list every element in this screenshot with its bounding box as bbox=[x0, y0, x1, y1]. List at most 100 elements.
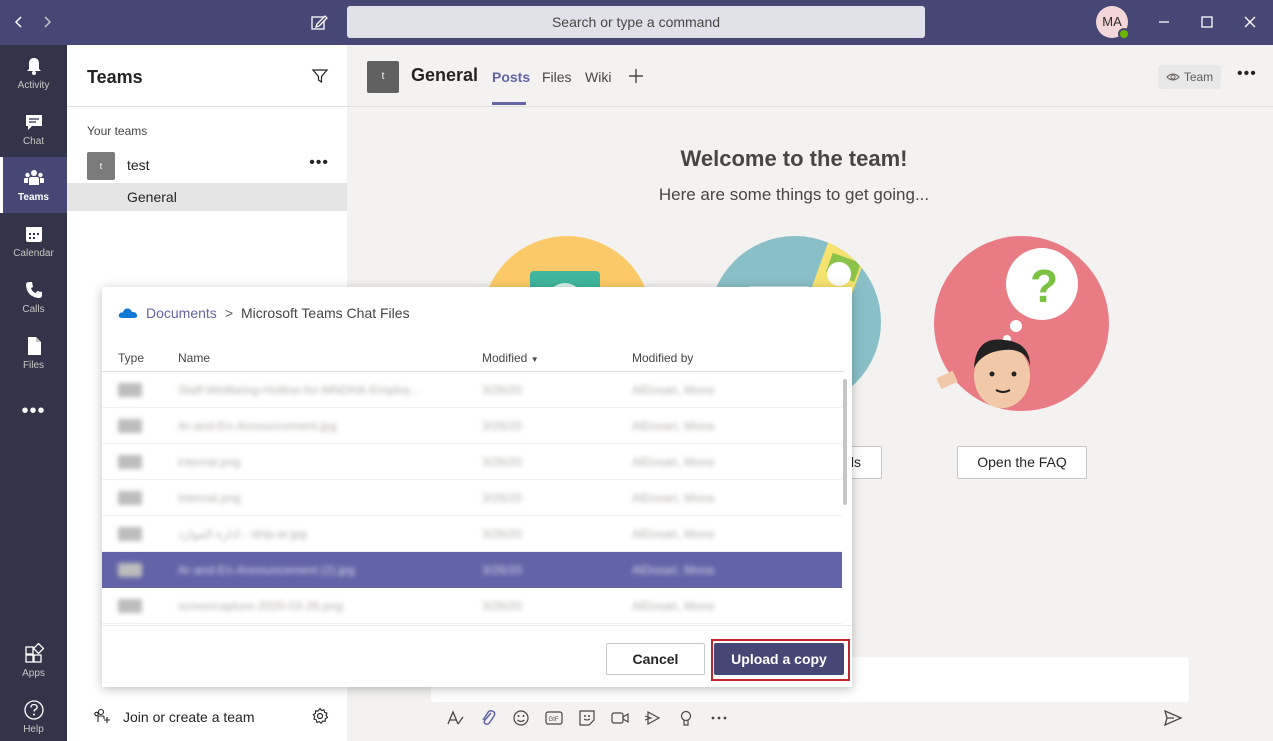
file-type-icon bbox=[118, 455, 142, 469]
file-list-scrollbar[interactable] bbox=[843, 379, 847, 505]
channel-more-options-icon[interactable]: ••• bbox=[1237, 65, 1257, 83]
file-modified: 3/26/20 bbox=[482, 599, 523, 613]
column-header-type[interactable]: Type bbox=[118, 351, 144, 365]
file-modified-by: AlDosari, Mona bbox=[632, 563, 715, 577]
emoji-icon[interactable] bbox=[511, 708, 531, 728]
channel-avatar: t bbox=[367, 61, 399, 93]
minimize-icon[interactable] bbox=[1155, 13, 1173, 31]
join-team-icon bbox=[94, 708, 110, 723]
sticker-icon[interactable] bbox=[577, 708, 597, 728]
avatar[interactable]: MA bbox=[1096, 6, 1130, 40]
page-title: Teams bbox=[87, 67, 143, 87]
rail-item-calendar[interactable]: Calendar bbox=[0, 213, 67, 269]
chat-icon bbox=[25, 115, 42, 130]
apps-icon bbox=[24, 643, 44, 663]
file-modified: 3/26/20 bbox=[482, 383, 523, 397]
cancel-button[interactable]: Cancel bbox=[606, 643, 705, 675]
onedrive-cloud-icon bbox=[118, 308, 138, 318]
file-modified: 3/26/20 bbox=[482, 491, 523, 505]
open-faq-button[interactable]: Open the FAQ bbox=[957, 446, 1087, 479]
praise-icon[interactable] bbox=[676, 708, 696, 728]
file-modified: 3/26/20 bbox=[482, 419, 523, 433]
file-list: Staff-Wellbeing-Hotline-for-MNDHA-Employ… bbox=[102, 371, 844, 625]
file-name: screencapture-2020-03-26.png bbox=[178, 599, 343, 613]
filter-icon[interactable] bbox=[311, 67, 329, 85]
column-header-modified-label: Modified bbox=[482, 351, 528, 365]
team-avatar: t bbox=[87, 152, 115, 180]
more-options-icon[interactable] bbox=[709, 708, 729, 728]
team-item-test[interactable]: t test ••• bbox=[67, 148, 347, 182]
file-row[interactable]: ادارة الموارد - strip-ar.jpg 3/26/20 AlD… bbox=[102, 516, 842, 552]
join-or-create-team[interactable]: Join or create a team bbox=[67, 699, 347, 735]
column-header-modified[interactable]: Modified ▼ bbox=[482, 351, 539, 365]
close-icon[interactable] bbox=[1241, 13, 1259, 31]
file-row[interactable]: Ar-and-En-Announcement.jpg 3/26/20 AlDos… bbox=[102, 408, 842, 444]
presence-available-icon bbox=[1118, 28, 1130, 40]
rail-label: Activity bbox=[17, 80, 50, 91]
maximize-icon[interactable] bbox=[1198, 13, 1216, 31]
file-row-selected[interactable]: Ar-and-En-Announcement (2).jpg 3/26/20 A… bbox=[102, 552, 842, 588]
rail-item-files[interactable]: Files bbox=[0, 325, 67, 381]
column-header-modified-by[interactable]: Modified by bbox=[632, 351, 693, 365]
file-type-icon bbox=[118, 383, 142, 397]
breadcrumb-separator: > bbox=[224, 305, 233, 321]
file-modified-by: AlDosari, Mona bbox=[632, 491, 715, 505]
back-arrow-icon[interactable] bbox=[9, 12, 29, 32]
compose-toolbar: GIF bbox=[445, 707, 729, 729]
team-more-options-icon[interactable]: ••• bbox=[309, 154, 329, 172]
rail-label: Calendar bbox=[13, 248, 54, 259]
format-icon[interactable] bbox=[445, 708, 465, 728]
file-modified: 3/26/20 bbox=[482, 527, 523, 541]
teams-header: Teams bbox=[67, 45, 347, 107]
add-tab-icon[interactable] bbox=[627, 67, 645, 85]
rail-item-chat[interactable]: Chat bbox=[0, 101, 67, 157]
more-apps-icon[interactable]: ••• bbox=[0, 400, 67, 423]
gear-icon[interactable] bbox=[311, 707, 329, 725]
upload-a-copy-button[interactable]: Upload a copy bbox=[714, 643, 844, 675]
calendar-icon bbox=[25, 227, 42, 242]
send-icon[interactable] bbox=[1163, 709, 1183, 727]
search-input[interactable]: Search or type a command bbox=[347, 6, 925, 38]
file-row[interactable]: Staff-Wellbeing-Hotline-for-MNDHA-Employ… bbox=[102, 372, 842, 408]
gif-icon[interactable]: GIF bbox=[544, 708, 564, 728]
rail-item-calls[interactable]: Calls bbox=[0, 269, 67, 325]
channel-item-general[interactable]: General bbox=[67, 183, 347, 211]
file-modified-by: AlDosari, Mona bbox=[632, 419, 715, 433]
avatar-initials: MA bbox=[1102, 14, 1122, 29]
tab-files[interactable]: Files bbox=[542, 69, 572, 85]
breadcrumb-current: Microsoft Teams Chat Files bbox=[241, 305, 410, 321]
team-button[interactable]: Team bbox=[1158, 65, 1221, 89]
teams-icon bbox=[23, 170, 44, 185]
breadcrumb-documents-link[interactable]: Documents bbox=[146, 305, 217, 321]
bell-icon bbox=[26, 58, 41, 75]
file-row[interactable]: internal.png 3/26/20 AlDosari, Mona bbox=[102, 480, 842, 516]
file-modified-by: AlDosari, Mona bbox=[632, 599, 715, 613]
rail-item-help[interactable]: Help bbox=[0, 689, 67, 741]
channel-title: General bbox=[411, 65, 479, 85]
attach-icon[interactable] bbox=[478, 708, 498, 728]
channel-name: General bbox=[127, 189, 177, 205]
active-tab-indicator bbox=[492, 102, 526, 105]
column-header-name[interactable]: Name bbox=[178, 351, 210, 365]
rail-item-apps[interactable]: Apps bbox=[0, 633, 67, 689]
stream-icon[interactable] bbox=[643, 708, 663, 728]
tab-posts[interactable]: Posts bbox=[492, 69, 530, 85]
svg-text:?: ? bbox=[1030, 260, 1058, 312]
rail-item-activity[interactable]: Activity bbox=[0, 45, 67, 101]
file-row[interactable]: screencapture-2020-03-26.png 3/26/20 AlD… bbox=[102, 588, 842, 624]
file-row[interactable]: internal.png 3/26/20 AlDosari, Mona bbox=[102, 444, 842, 480]
tab-wiki[interactable]: Wiki bbox=[585, 69, 611, 85]
meet-now-icon[interactable] bbox=[610, 708, 630, 728]
forward-arrow-icon[interactable] bbox=[37, 12, 57, 32]
channel-header: t General Posts Files Wiki Team ••• bbox=[347, 45, 1273, 107]
file-type-icon bbox=[118, 527, 142, 541]
team-button-label: Team bbox=[1183, 70, 1214, 84]
new-chat-icon[interactable] bbox=[309, 12, 329, 32]
file-name: Ar-and-En-Announcement.jpg bbox=[178, 419, 337, 433]
rail-item-teams[interactable]: Teams bbox=[0, 157, 67, 213]
team-name: test bbox=[127, 157, 150, 173]
faq-illustration: ? bbox=[934, 236, 1109, 411]
file-modified: 3/26/20 bbox=[482, 455, 523, 469]
file-modified-by: AlDosari, Mona bbox=[632, 527, 715, 541]
help-icon bbox=[23, 700, 44, 720]
